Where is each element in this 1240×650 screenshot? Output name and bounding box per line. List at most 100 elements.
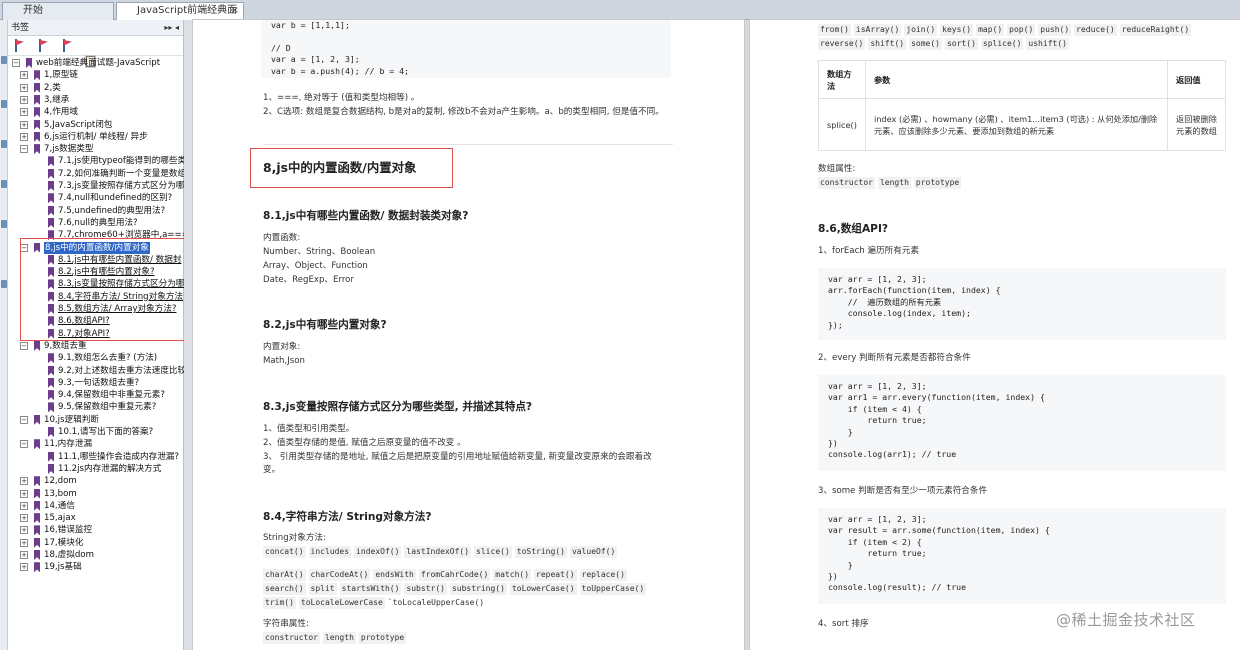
- tool-icon[interactable]: [1, 100, 7, 108]
- method-chip-line: charAt() charCodeAt() endsWith fromCahrCode…: [263, 569, 630, 581]
- bookmark-icon: [48, 427, 54, 437]
- bookmark-item[interactable]: 9.4,保留数组中非重复元素?: [14, 389, 178, 401]
- bookmark-item[interactable]: +16,错误监控: [14, 524, 178, 536]
- expand-icon[interactable]: +: [20, 563, 28, 572]
- bookmark-item[interactable]: 7.5,undefined的典型用法?: [14, 205, 178, 217]
- method-chip: lastIndexOf(): [404, 546, 472, 558]
- table-cell: splice(): [818, 98, 866, 151]
- method-chip: prototype: [913, 177, 962, 189]
- expand-icon[interactable]: +: [20, 551, 28, 559]
- params-table: 数组方法 参数 返回值 splice() index (必需) 、howmany…: [818, 60, 1226, 151]
- bookmark-icon: [48, 156, 54, 167]
- collapse-icon[interactable]: −: [20, 415, 28, 424]
- expand-icon[interactable]: +: [20, 83, 28, 92]
- bookmark-item[interactable]: +13,bom: [14, 488, 178, 500]
- method-chip-line: concat() includes indexOf() lastIndexOf() sl…: [263, 546, 620, 558]
- expand-icon[interactable]: +: [20, 538, 28, 547]
- tool-icon[interactable]: [1, 180, 7, 188]
- table-header-row: 数组方法 参数 返回值: [818, 60, 1226, 99]
- bookmark-item[interactable]: +14,通信: [14, 500, 178, 512]
- bookmark-label: 7.6,null的典型用法?: [58, 217, 138, 228]
- bookmark-item[interactable]: 7.6,null的典型用法?: [14, 217, 178, 229]
- bookmark-item[interactable]: 9.5,保留数组中重复元素?: [14, 401, 178, 413]
- bookmark-item[interactable]: − web前端经典面试题-JavaScript: [12, 57, 178, 69]
- bookmark-label: 9,数组去重: [44, 340, 87, 351]
- bookmark-item[interactable]: 9.3,一句话数组去重?: [14, 377, 178, 389]
- bookmark-item[interactable]: 11.1,哪些操作会造成内存泄漏?: [14, 451, 179, 463]
- expand-icon[interactable]: +: [20, 132, 28, 141]
- bookmark-item[interactable]: +15,ajax: [14, 512, 178, 524]
- bookmark-item[interactable]: +6,js运行机制/ 单线程/ 异步: [14, 131, 178, 143]
- bookmark-icon: [48, 205, 54, 216]
- bookmark-label: 4,作用域: [44, 107, 78, 118]
- bookmark-item[interactable]: 11.2js内存泄漏的解决方式: [14, 463, 178, 475]
- tool-icon[interactable]: [1, 140, 7, 148]
- subsection-title: 8.1,js中有哪些内置函数/ 数据封装类对象?: [263, 210, 469, 222]
- expand-icon[interactable]: +: [20, 526, 28, 535]
- expand-icon[interactable]: +: [20, 514, 28, 523]
- bookmark-item[interactable]: 10.1,请写出下面的答案?: [14, 426, 178, 438]
- tab-label: 开始: [23, 5, 43, 16]
- bookmark-edit-icon[interactable]: [38, 39, 50, 52]
- bookmark-delete-icon[interactable]: [62, 39, 74, 52]
- bookmark-item[interactable]: 7.4,null和undefined的区别?: [14, 192, 178, 204]
- bookmark-item[interactable]: +17,模块化: [14, 537, 178, 549]
- expand-icon[interactable]: +: [20, 120, 28, 129]
- tab-start[interactable]: 开始: [2, 2, 114, 20]
- tool-icon[interactable]: [1, 280, 7, 288]
- bookmark-item[interactable]: +4,作用域: [14, 106, 178, 118]
- expand-icon[interactable]: +: [20, 71, 28, 80]
- bookmark-item[interactable]: 9.2,对上述数组去重方法速度比较: [14, 365, 186, 377]
- bookmark-item[interactable]: +2,类: [14, 82, 178, 94]
- bookmark-item[interactable]: +5,JavaScript闭包: [14, 119, 178, 131]
- method-chip: repeat(): [534, 569, 577, 581]
- bookmark-item[interactable]: +12,dom: [14, 475, 178, 487]
- expand-icon[interactable]: +: [20, 477, 28, 486]
- bookmark-label: 10,js逻辑判断: [44, 414, 99, 425]
- bookmark-item[interactable]: − 9,数组去重: [14, 340, 178, 352]
- divider: [263, 144, 673, 145]
- bookmark-label: 1,原型链: [44, 70, 78, 81]
- bookmark-item[interactable]: 7.3,js变量按照存储方式区分为哪: [14, 180, 184, 192]
- table-header-cell: 返回值: [1167, 60, 1226, 99]
- method-chip: keys(): [940, 24, 974, 36]
- bookmark-icon: [48, 181, 54, 191]
- bookmark-item[interactable]: +3,继承: [14, 94, 178, 106]
- method-chip: charAt(): [263, 569, 306, 581]
- expand-icon[interactable]: +: [20, 108, 28, 117]
- bookmark-label: 7.4,null和undefined的区别?: [58, 193, 173, 204]
- close-icon[interactable]: ×: [231, 3, 239, 19]
- collapse-icon[interactable]: −: [20, 341, 28, 350]
- bookmark-item[interactable]: +1,原型链: [14, 69, 178, 81]
- panel-splitter[interactable]: [184, 20, 192, 650]
- method-chip: from(): [818, 24, 851, 36]
- expand-icon[interactable]: +: [20, 501, 28, 510]
- tab-document[interactable]: JavaScript前端经典面试... ×: [116, 2, 244, 32]
- method-chip-text: `toLocaleUpperCase(): [387, 598, 485, 607]
- collapse-icon[interactable]: −: [20, 145, 28, 154]
- collapse-icon[interactable]: −: [20, 440, 28, 449]
- expand-icon[interactable]: +: [20, 489, 28, 498]
- bookmark-label: 7.5,undefined的典型用法?: [58, 205, 166, 216]
- bookmark-item[interactable]: +19,js基础: [14, 561, 178, 573]
- document-page-2: from() isArray() join() keys() map() pop() pus…: [750, 20, 1240, 650]
- paragraph: 内置对象:: [263, 342, 301, 352]
- method-chip: sort(): [944, 38, 978, 50]
- bookmark-item[interactable]: 7.2,如何准确判断一个变量是数组: [14, 168, 186, 180]
- bookmark-item[interactable]: 9.1,数组怎么去重? (方法): [14, 352, 178, 364]
- paragraph: 2、值类型存储的是值, 赋值之后原变量的值不改变 。: [263, 438, 466, 448]
- tool-icon[interactable]: [1, 220, 7, 228]
- bookmark-add-icon[interactable]: [14, 39, 26, 52]
- bookmark-icon: [34, 340, 40, 351]
- bookmark-item[interactable]: +18,虚拟dom: [14, 549, 178, 561]
- bookmark-item[interactable]: − 11,内存泄漏: [14, 438, 178, 450]
- bookmark-icon: [26, 58, 32, 68]
- bookmark-item[interactable]: − 10,js逻辑判断: [14, 414, 178, 426]
- collapse-icon[interactable]: −: [12, 59, 20, 67]
- panel-controls-icon[interactable]: ▸▸ ◂: [164, 20, 179, 36]
- expand-icon[interactable]: +: [20, 95, 28, 104]
- bookmark-item[interactable]: 7.1,js使用typeof能得到的哪些类: [14, 155, 186, 167]
- property-chip-line: constructor length prototype: [818, 177, 964, 189]
- bookmark-item[interactable]: − 7,js数据类型: [14, 143, 178, 155]
- tool-icon[interactable]: [1, 56, 7, 64]
